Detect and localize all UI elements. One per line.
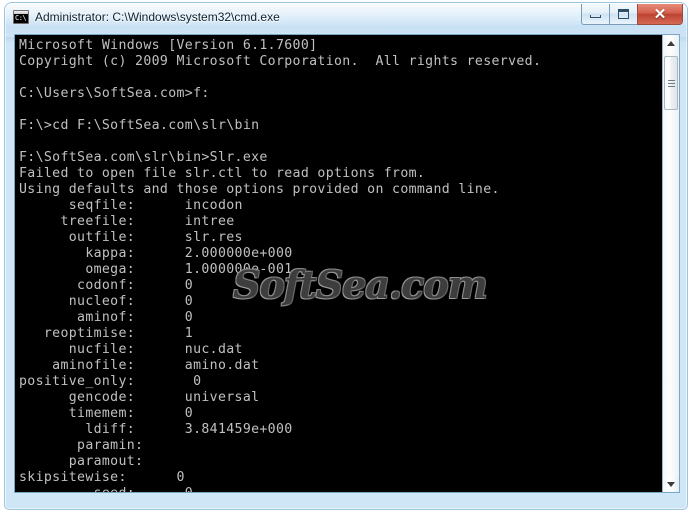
- scrollbar-thumb[interactable]: [664, 56, 678, 110]
- console-vertical-scrollbar[interactable]: [662, 35, 679, 492]
- close-button[interactable]: ✕: [637, 4, 683, 25]
- window-controls: ✕: [581, 4, 683, 26]
- cmd-prompt-icon: C:\: [13, 10, 29, 24]
- maximize-icon: [618, 9, 629, 19]
- console-client-area: Microsoft Windows [Version 6.1.7600] Cop…: [14, 34, 680, 493]
- desktop-backdrop: C:\ Administrator: C:\Windows\system32\c…: [0, 0, 692, 514]
- title-bar[interactable]: C:\ Administrator: C:\Windows\system32\c…: [5, 3, 687, 33]
- scrollbar-grip-icon: [667, 79, 675, 87]
- console-text: Microsoft Windows [Version 6.1.7600] Cop…: [19, 38, 542, 492]
- cmd-icon-prompt-text: C:\: [15, 14, 27, 22]
- minimize-icon: [590, 15, 601, 18]
- close-icon: ✕: [653, 5, 667, 23]
- scroll-down-button[interactable]: [663, 476, 679, 492]
- window-title: Administrator: C:\Windows\system32\cmd.e…: [35, 10, 280, 24]
- cmd-window: C:\ Administrator: C:\Windows\system32\c…: [4, 2, 688, 510]
- minimize-button[interactable]: [581, 4, 610, 25]
- chevron-down-icon: [667, 481, 675, 487]
- console-output-region[interactable]: Microsoft Windows [Version 6.1.7600] Cop…: [15, 35, 662, 492]
- scrollbar-track[interactable]: [663, 110, 679, 476]
- maximize-button[interactable]: [609, 4, 638, 25]
- scroll-up-button[interactable]: [663, 35, 679, 51]
- chevron-up-icon: [667, 40, 675, 46]
